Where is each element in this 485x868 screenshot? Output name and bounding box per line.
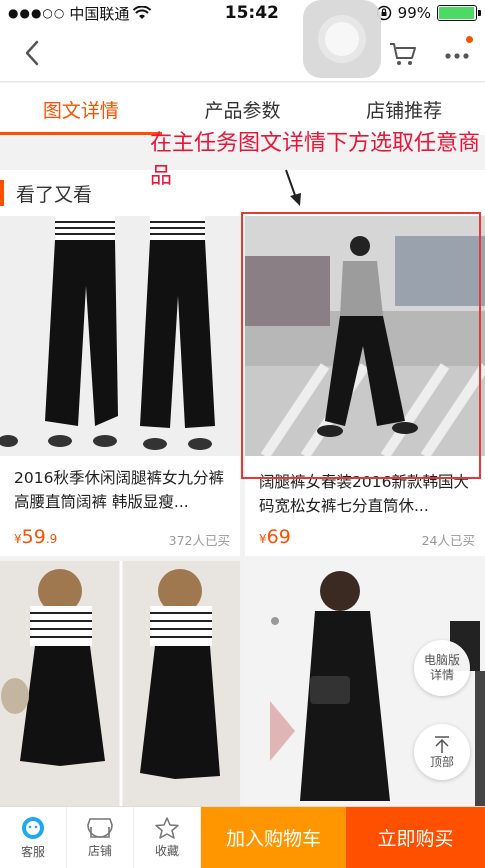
customer-service-icon (22, 816, 44, 839)
more-icon[interactable] (442, 40, 472, 68)
status-bar: ●●●○○ 中国联通 15:42 99% (0, 0, 485, 26)
signal-icon: ●●●○○ (8, 6, 66, 20)
product-image-1 (0, 216, 240, 456)
product-detail-page: ●●●○○ 中国联通 15:42 99% 图文详情 产品参数 店铺推荐 看了又看… (0, 0, 485, 868)
store-icon (87, 817, 113, 838)
product-card-1[interactable]: 2016秋季休闲阔腿裤女九分裤 高腰直筒阔裤 韩版显瘦... ¥59.9 372… (0, 216, 240, 556)
customer-service-label: 客服 (20, 844, 45, 859)
store-button[interactable]: 店铺 (67, 807, 134, 868)
notification-dot (466, 36, 473, 43)
bottom-action-bar: 客服 店铺 收藏 加入购物车 立即购买 (0, 806, 485, 868)
status-right: 99% (376, 4, 481, 22)
nav-bar (0, 26, 485, 82)
product-image-3 (0, 561, 240, 806)
store-label: 店铺 (87, 843, 112, 858)
arrow-down-icon (285, 169, 301, 206)
favorite-label: 收藏 (154, 843, 179, 858)
pc-version-button[interactable]: 电脑版 详情 (414, 640, 470, 696)
customer-service-button[interactable]: 客服 (0, 807, 67, 868)
product-price-1: ¥59.9 (14, 526, 58, 548)
star-icon (155, 816, 179, 839)
carrier-label: 中国联通 (69, 4, 130, 23)
section-title: 看了又看 (16, 183, 93, 206)
battery-icon (437, 5, 481, 21)
section-accent-bar (0, 180, 4, 206)
tab-graphic-details[interactable]: 图文详情 (0, 83, 162, 135)
product-sold-1: 372人已买 (168, 533, 230, 548)
highlight-box (241, 212, 481, 479)
add-to-cart-button[interactable]: 加入购物车 (201, 807, 346, 868)
buy-now-button[interactable]: 立即购买 (346, 807, 485, 868)
product-price-2: ¥69 (259, 526, 291, 548)
favorite-button[interactable]: 收藏 (134, 807, 201, 868)
back-to-top-button[interactable]: 顶部 (414, 724, 470, 780)
back-icon[interactable] (20, 38, 44, 68)
cart-icon[interactable] (388, 40, 418, 68)
product-card-3[interactable] (0, 561, 240, 806)
annotation-text: 在主任务图文详情下方选取任意商品 (150, 131, 481, 189)
product-sold-2: 24人已买 (421, 533, 475, 548)
arrow-up-icon (435, 735, 449, 753)
back-to-top-label: 顶部 (429, 754, 454, 769)
product-title-1: 2016秋季休闲阔腿裤女九分裤 高腰直筒阔裤 韩版显瘦... (14, 469, 224, 511)
battery-percent: 99% (397, 4, 431, 22)
assistive-touch-button[interactable] (303, 0, 381, 78)
